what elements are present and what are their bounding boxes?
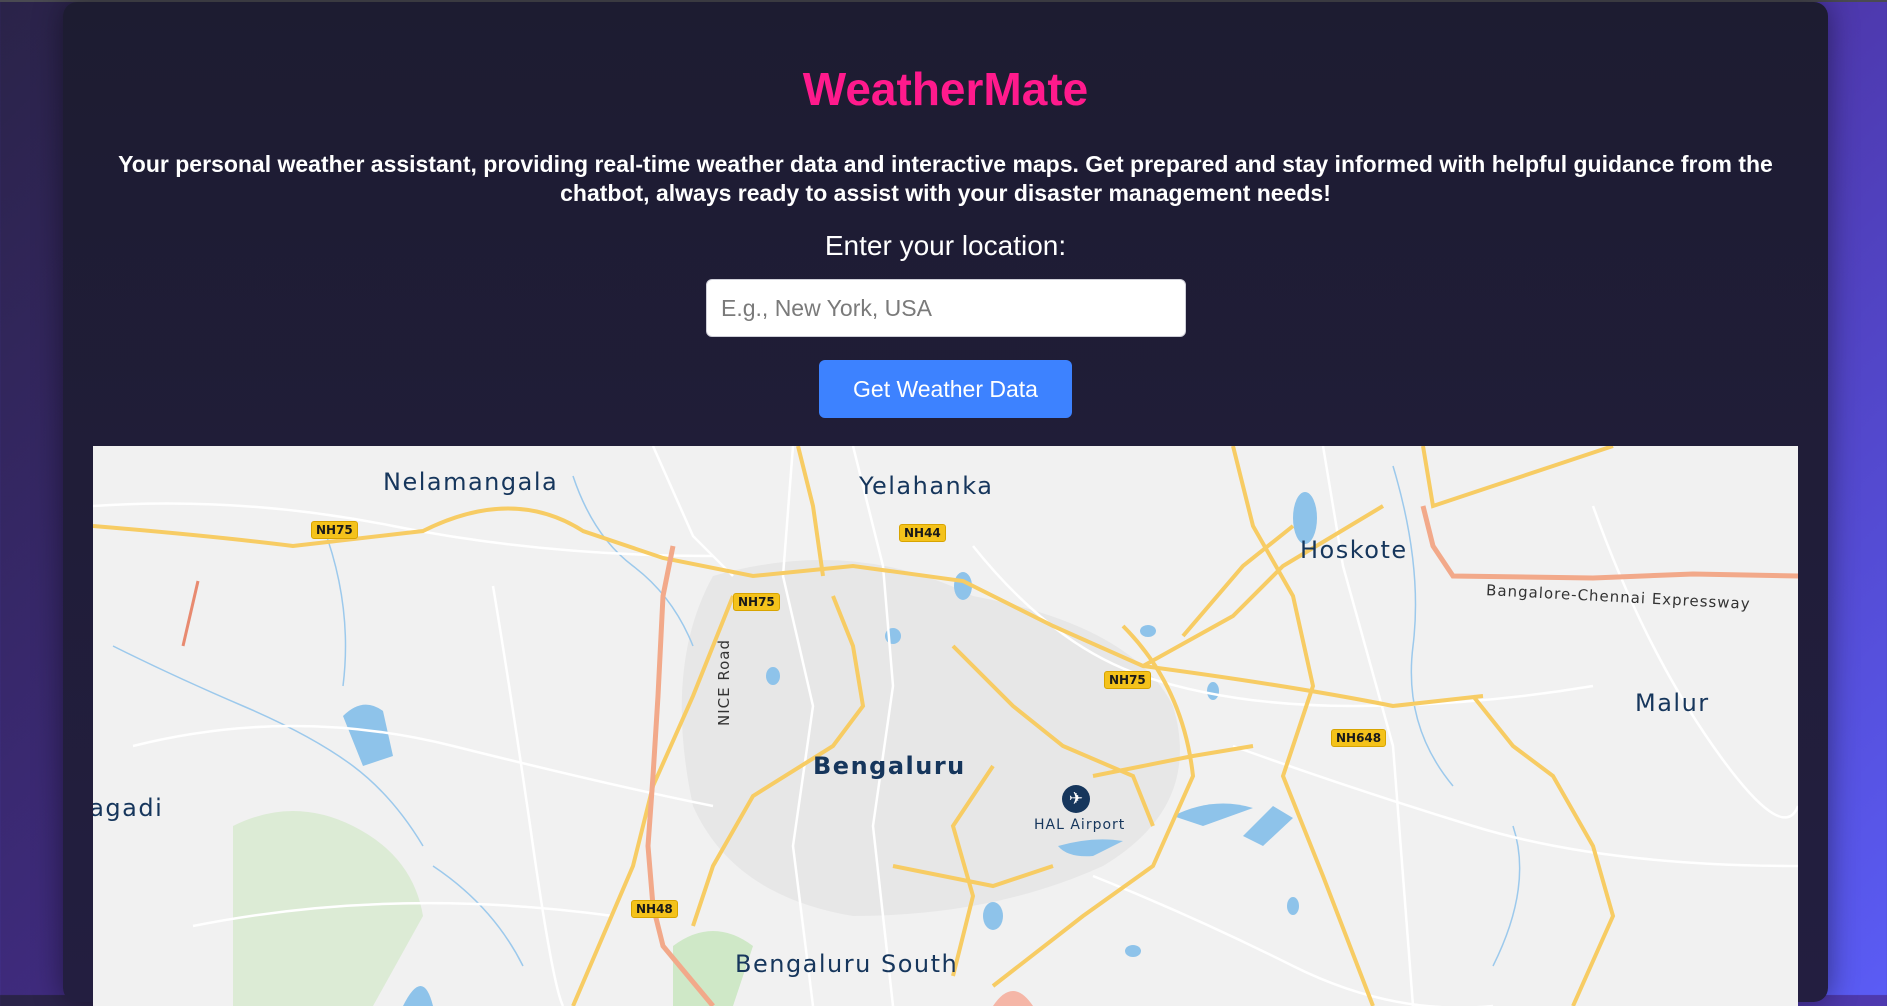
app-tagline: Your personal weather assistant, providi… bbox=[118, 151, 1773, 206]
place-label-malur: Malur bbox=[1635, 689, 1710, 717]
poi-marker-partial bbox=[993, 991, 1033, 1006]
location-input[interactable] bbox=[706, 279, 1186, 337]
urban-area bbox=[681, 560, 1180, 916]
airport-icon[interactable]: ✈ bbox=[1062, 785, 1090, 813]
place-label-bengaluru-south: Bengaluru South bbox=[735, 950, 959, 978]
highway-shield-nh75: NH75 bbox=[733, 593, 780, 611]
place-label-hoskote: Hoskote bbox=[1300, 536, 1408, 564]
location-label: Enter your location: bbox=[824, 230, 1067, 261]
interactive-map[interactable]: Nelamangala Yelahanka Hoskote Malur Maga… bbox=[93, 446, 1798, 1006]
place-label-magadi: Magadi bbox=[93, 794, 164, 822]
highway-shield-nh648: NH648 bbox=[1331, 729, 1387, 747]
airport-label: HAL Airport bbox=[1034, 817, 1126, 833]
road-label-nice-road: NICE Road bbox=[715, 638, 733, 726]
app-title: WeatherMate bbox=[802, 63, 1089, 115]
place-label-bengaluru: Bengaluru bbox=[813, 752, 966, 780]
highway-shield-nh48: NH48 bbox=[631, 900, 678, 918]
highway-shield-nh75: NH75 bbox=[1104, 671, 1151, 689]
place-label-yelahanka: Yelahanka bbox=[859, 472, 994, 500]
app-card: WeatherMate Your personal weather assist… bbox=[63, 2, 1828, 1006]
highway-shield-nh75: NH75 bbox=[311, 521, 358, 539]
highway-shield-nh44: NH44 bbox=[899, 524, 946, 542]
get-weather-button[interactable]: Get Weather Data bbox=[819, 360, 1072, 418]
place-label-nelamangala: Nelamangala bbox=[383, 468, 559, 496]
